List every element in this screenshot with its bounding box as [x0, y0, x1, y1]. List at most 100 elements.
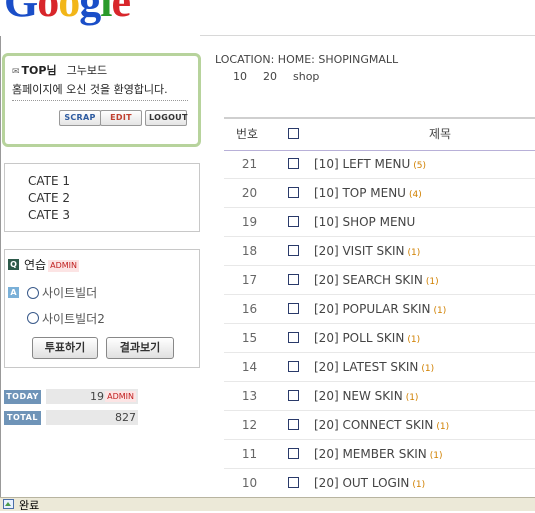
scrap-button[interactable]: SCRAP [59, 110, 101, 126]
row-checkbox[interactable] [288, 274, 299, 285]
row-checkbox[interactable] [288, 477, 299, 488]
logo-letter-g: G [4, 0, 38, 26]
admin-badge[interactable]: ADMIN [48, 260, 79, 272]
total-counter: 827 [46, 410, 138, 425]
post-title-link[interactable]: [20] VISIT SKIN (1) [314, 244, 420, 258]
post-title-link[interactable]: [20] NEW SKIN (1) [314, 389, 418, 403]
post-title-link[interactable]: [20] CONNECT SKIN (1) [314, 418, 449, 432]
board-link[interactable]: 그누보드 [67, 64, 107, 77]
status-text: 완료 [19, 499, 40, 512]
counter-admin-badge[interactable]: ADMIN [105, 391, 136, 402]
post-title[interactable]: [20] CONNECT SKIN [314, 418, 433, 432]
row-checkbox[interactable] [288, 448, 299, 459]
category-item[interactable]: CATE 3 [28, 208, 70, 222]
login-title: ✉ TOP님 그누보드 [12, 62, 107, 78]
post-title-link[interactable]: [10] LEFT MENU (5) [314, 157, 426, 171]
post-number: 16 [241, 302, 258, 316]
category-menu: CATE 1 CATE 2 CATE 3 [4, 163, 200, 232]
logout-button[interactable]: LOGOUT [145, 110, 187, 126]
browser-status-bar: 완료 [0, 497, 535, 512]
post-number: 17 [241, 273, 258, 287]
category-link-shop[interactable]: shop [293, 70, 319, 83]
header-divider [200, 35, 535, 36]
post-title-link[interactable]: [20] OUT LOGIN (1) [314, 476, 425, 490]
post-title-link[interactable]: [20] POPULAR SKIN (1) [314, 302, 446, 316]
logo-letter-e: e [111, 0, 131, 26]
table-row: 14 [20] LATEST SKIN (1) [224, 352, 535, 382]
today-counter: 19 ADMIN [46, 389, 138, 404]
select-all-checkbox[interactable] [288, 128, 299, 139]
table-row: 15 [20] POLL SKIN (1) [224, 323, 535, 353]
ie-page-icon [3, 499, 14, 509]
vote-button[interactable]: 투표하기 [32, 337, 98, 359]
login-box: ✉ TOP님 그누보드 홈페이지에 오신 것을 환영합니다. SCRAP EDIT … [2, 53, 201, 147]
total-count: 827 [115, 411, 136, 424]
row-checkbox[interactable] [288, 332, 299, 343]
poll-title: 연습 ADMIN [24, 256, 79, 273]
row-checkbox[interactable] [288, 158, 299, 169]
poll-option-radio-1[interactable] [27, 287, 39, 299]
post-title[interactable]: [20] VISIT SKIN [314, 244, 405, 258]
row-checkbox[interactable] [288, 216, 299, 227]
table-row: 10 [20] OUT LOGIN (1) [224, 468, 535, 498]
post-title[interactable]: [20] MEMBER SKIN [314, 447, 427, 461]
comment-count: (1) [421, 364, 435, 374]
post-number: 21 [241, 157, 258, 171]
post-title-link[interactable]: [20] MEMBER SKIN (1) [314, 447, 442, 461]
table-row: 11 [20] MEMBER SKIN (1) [224, 439, 535, 469]
table-row: 16 [20] POPULAR SKIN (1) [224, 294, 535, 324]
post-title[interactable]: [10] LEFT MENU [314, 157, 410, 171]
category-item[interactable]: CATE 2 [28, 191, 70, 205]
post-title[interactable]: [20] POLL SKIN [314, 331, 404, 345]
result-button[interactable]: 결과보기 [106, 337, 174, 359]
post-title-link[interactable]: [10] TOP MENU (4) [314, 186, 422, 200]
dotted-divider [12, 100, 188, 101]
mail-icon[interactable]: ✉ [12, 67, 20, 77]
post-title[interactable]: [20] SEARCH SKIN [314, 273, 423, 287]
logo-letter-g2: g [79, 0, 101, 26]
comment-count: (4) [408, 190, 422, 200]
post-title[interactable]: [20] NEW SKIN [314, 389, 403, 403]
left-border [0, 36, 1, 498]
post-number: 13 [241, 389, 258, 403]
post-title[interactable]: [20] POPULAR SKIN [314, 302, 430, 316]
post-title[interactable]: [20] OUT LOGIN [314, 476, 409, 490]
comment-count: (1) [407, 335, 421, 345]
welcome-message: 홈페이지에 오신 것을 환영합니다. [12, 83, 168, 96]
logo-letter-o1: o [37, 0, 59, 26]
row-checkbox[interactable] [288, 303, 299, 314]
poll-option-label-1[interactable]: 사이트빌더 [42, 284, 97, 301]
post-number: 19 [241, 215, 258, 229]
post-title[interactable]: [10] TOP MENU [314, 186, 406, 200]
table-header: 번호 제목 [224, 117, 535, 151]
row-checkbox[interactable] [288, 187, 299, 198]
category-link-10[interactable]: 10 [233, 70, 247, 83]
category-link-20[interactable]: 20 [263, 70, 277, 83]
table-row: 21 [10] LEFT MENU (5) [224, 149, 535, 179]
row-checkbox[interactable] [288, 390, 299, 401]
category-item[interactable]: CATE 1 [28, 174, 70, 188]
post-title-link[interactable]: [20] LATEST SKIN (1) [314, 360, 434, 374]
poll-option-label-2[interactable]: 사이트빌더2 [42, 310, 105, 327]
post-title[interactable]: [10] SHOP MENU [314, 215, 415, 229]
table-row: 18 [20] VISIT SKIN (1) [224, 236, 535, 266]
table-row: 13 [20] NEW SKIN (1) [224, 381, 535, 411]
post-title-link[interactable]: [20] POLL SKIN (1) [314, 331, 420, 345]
row-checkbox[interactable] [288, 361, 299, 372]
post-title-link[interactable]: [10] SHOP MENU [314, 215, 418, 229]
table-row: 20 [10] TOP MENU (4) [224, 178, 535, 208]
post-number: 12 [241, 418, 258, 432]
total-label: TOTAL [4, 411, 41, 425]
poll-question: 연습 [24, 258, 47, 272]
post-number: 10 [241, 476, 258, 490]
post-title[interactable]: [20] LATEST SKIN [314, 360, 418, 374]
comment-count: (1) [429, 451, 443, 461]
row-checkbox[interactable] [288, 419, 299, 430]
poll-option-radio-2[interactable] [27, 312, 39, 324]
comment-count: (1) [425, 277, 439, 287]
post-title-link[interactable]: [20] SEARCH SKIN (1) [314, 273, 439, 287]
row-checkbox[interactable] [288, 245, 299, 256]
edit-button[interactable]: EDIT [100, 110, 142, 126]
google-logo[interactable]: Google [4, 0, 131, 26]
comment-count: (1) [405, 393, 419, 403]
